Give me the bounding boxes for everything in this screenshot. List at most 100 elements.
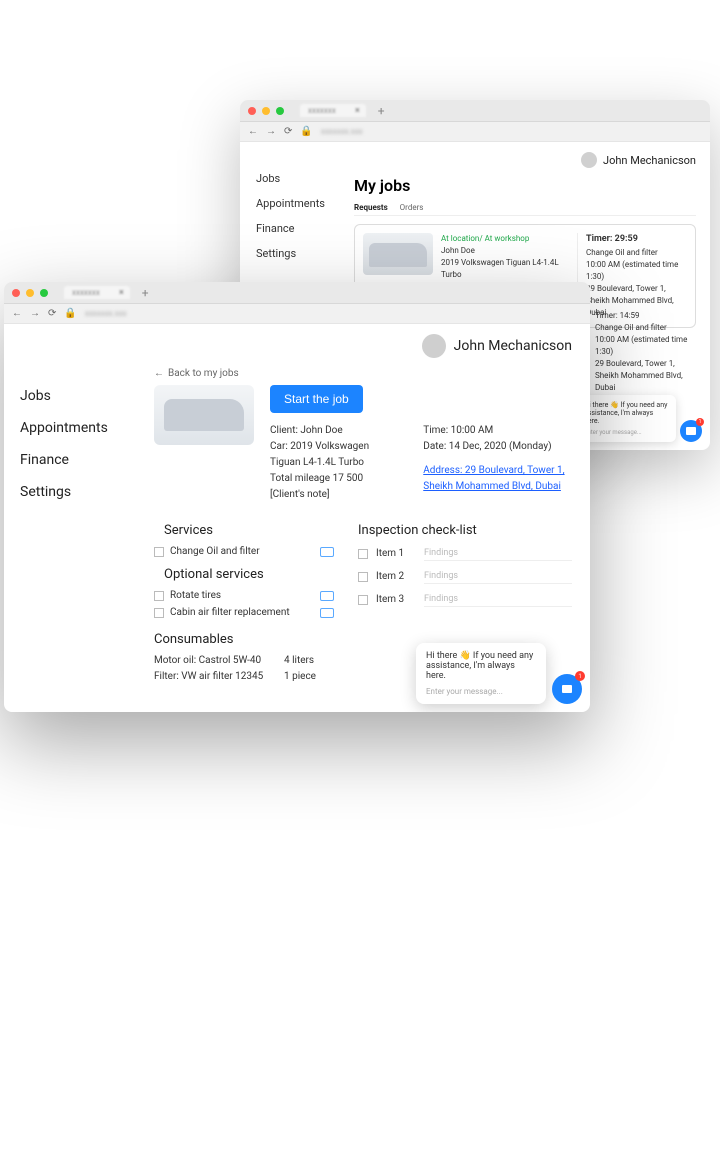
nav-reload-icon[interactable]: ⟳ [284, 126, 292, 137]
sidebar-item-jobs[interactable]: Jobs [256, 172, 340, 185]
sidebar-item-finance[interactable]: Finance [20, 452, 144, 468]
browser-tab[interactable]: xxxxxxx× [300, 104, 366, 117]
window-min-dot[interactable] [262, 107, 270, 115]
checkbox[interactable] [358, 549, 368, 559]
nav-back-icon[interactable]: ← [248, 126, 258, 137]
nav-back-icon[interactable]: ← [12, 308, 22, 319]
chat-toggle-button[interactable]: 1 [680, 420, 702, 442]
findings-input[interactable]: Findings [424, 569, 572, 584]
service-icon [320, 547, 334, 557]
tab-close-icon[interactable]: × [119, 288, 124, 298]
inspection-item: Item 3 Findings [358, 592, 572, 607]
job-service: Change Oil and filter [595, 322, 696, 334]
window-max-dot[interactable] [40, 289, 48, 297]
car-image [363, 233, 433, 275]
chat-greeting: Hi there 👋 If you need any assistance, I… [426, 651, 536, 681]
job-time: 10:00 AM (estimated time 1:30) [586, 259, 687, 283]
lock-icon: 🔒 [64, 308, 76, 319]
foreground-browser-window: xxxxxxx× + ← → ⟳ 🔒 xxxxxxx.xxx Jobs Appo… [4, 282, 590, 712]
page-title: My jobs [354, 176, 696, 195]
inspection-label: Item 3 [376, 594, 416, 605]
checkbox[interactable] [154, 547, 164, 557]
inspection-label: Item 2 [376, 571, 416, 582]
chat-icon [686, 427, 696, 435]
chat-widget: Hi there 👋 If you need any assistance, I… [576, 395, 702, 442]
checkbox[interactable] [358, 595, 368, 605]
client-note: [Client's note] [270, 487, 373, 503]
mileage-label: Total mileage 17 500 [270, 471, 373, 487]
window-close-dot[interactable] [248, 107, 256, 115]
checkbox[interactable] [154, 591, 164, 601]
user-name: John Mechanicson [454, 338, 572, 354]
inspection-item: Item 1 Findings [358, 546, 572, 561]
job-time: 10:00 AM (estimated time 1:30) [595, 334, 696, 358]
chat-input[interactable]: Enter your message... [426, 687, 536, 696]
job-service: Change Oil and filter [586, 247, 687, 259]
optional-service-item[interactable]: Rotate tires [154, 590, 334, 601]
nav-fwd-icon[interactable]: → [30, 308, 40, 319]
url-text[interactable]: xxxxxxx.xxx [85, 309, 127, 318]
sidebar-item-appointments[interactable]: Appointments [20, 420, 144, 436]
optional-service-item[interactable]: Cabin air filter replacement [154, 607, 334, 618]
consumables-title: Consumables [154, 632, 334, 647]
tabs: Requests Orders [354, 203, 696, 216]
titlebar: xxxxxxx× + [240, 100, 710, 122]
url-bar: ← → ⟳ 🔒 xxxxxxx.xxx [4, 304, 590, 324]
start-job-button[interactable]: Start the job [270, 385, 363, 413]
consumable-row: Filter: VW air filter 12345 1 piece [154, 671, 334, 682]
service-item[interactable]: Change Oil and filter [154, 546, 334, 557]
chat-icon [562, 685, 572, 693]
consumable-name: Filter: VW air filter 12345 [154, 671, 284, 682]
url-text[interactable]: xxxxxxx.xxx [321, 127, 363, 136]
address-link[interactable]: Address: 29 Boulevard, Tower 1, Sheikh M… [423, 463, 572, 495]
new-tab-icon[interactable]: + [142, 286, 149, 300]
lock-icon: 🔒 [300, 126, 312, 137]
avatar[interactable] [422, 334, 446, 358]
consumable-qty: 1 piece [284, 671, 316, 682]
consumable-qty: 4 liters [284, 655, 314, 666]
consumable-name: Motor oil: Castrol 5W-40 [154, 655, 284, 666]
findings-input[interactable]: Findings [424, 592, 572, 607]
checkbox[interactable] [154, 608, 164, 618]
car-image [154, 385, 254, 445]
user-name: John Mechanicson [603, 154, 696, 167]
window-close-dot[interactable] [12, 289, 20, 297]
chat-badge: 1 [696, 418, 704, 426]
client-label: Client: John Doe [270, 423, 373, 439]
sidebar-item-settings[interactable]: Settings [20, 484, 144, 500]
chat-toggle-button[interactable]: 1 [552, 674, 582, 704]
sidebar-item-finance[interactable]: Finance [256, 222, 340, 235]
chat-input[interactable]: Enter your message... [584, 429, 668, 436]
sidebar-item-appointments[interactable]: Appointments [256, 197, 340, 210]
tab-requests[interactable]: Requests [354, 203, 388, 212]
nav-reload-icon[interactable]: ⟳ [48, 308, 56, 319]
sidebar: Jobs Appointments Finance Settings [4, 324, 144, 712]
window-min-dot[interactable] [26, 289, 34, 297]
job-car: 2019 Volkswagen Tiguan L4-1.4L Turbo [441, 257, 569, 281]
job-card-2-right[interactable]: Timer: 14:59 Change Oil and filter 10:00… [586, 310, 696, 394]
sidebar-item-jobs[interactable]: Jobs [20, 388, 144, 404]
chat-widget: Hi there 👋 If you need any assistance, I… [416, 643, 582, 704]
chat-greeting: Hi there 👋 If you need any assistance, I… [584, 401, 668, 425]
new-tab-icon[interactable]: + [378, 104, 385, 118]
findings-input[interactable]: Findings [424, 546, 572, 561]
service-icon [320, 591, 334, 601]
tab-orders[interactable]: Orders [400, 203, 424, 212]
date-label: Date: 14 Dec, 2020 (Monday) [423, 439, 572, 455]
services-title: Services [164, 523, 334, 538]
sidebar-item-settings[interactable]: Settings [256, 247, 340, 260]
url-bar: ← → ⟳ 🔒 xxxxxxx.xxx [240, 122, 710, 142]
back-to-jobs-link[interactable]: ← Back to my jobs [154, 368, 572, 379]
window-max-dot[interactable] [276, 107, 284, 115]
nav-fwd-icon[interactable]: → [266, 126, 276, 137]
tab-close-icon[interactable]: × [355, 106, 360, 116]
chat-bubble: Hi there 👋 If you need any assistance, I… [576, 395, 676, 442]
titlebar: xxxxxxx× + [4, 282, 590, 304]
service-icon [320, 608, 334, 618]
inspection-item: Item 2 Findings [358, 569, 572, 584]
avatar[interactable] [581, 152, 597, 168]
checkbox[interactable] [358, 572, 368, 582]
time-label: Time: 10:00 AM [423, 423, 572, 439]
browser-tab[interactable]: xxxxxxx× [64, 286, 130, 299]
optional-services-title: Optional services [164, 567, 334, 582]
